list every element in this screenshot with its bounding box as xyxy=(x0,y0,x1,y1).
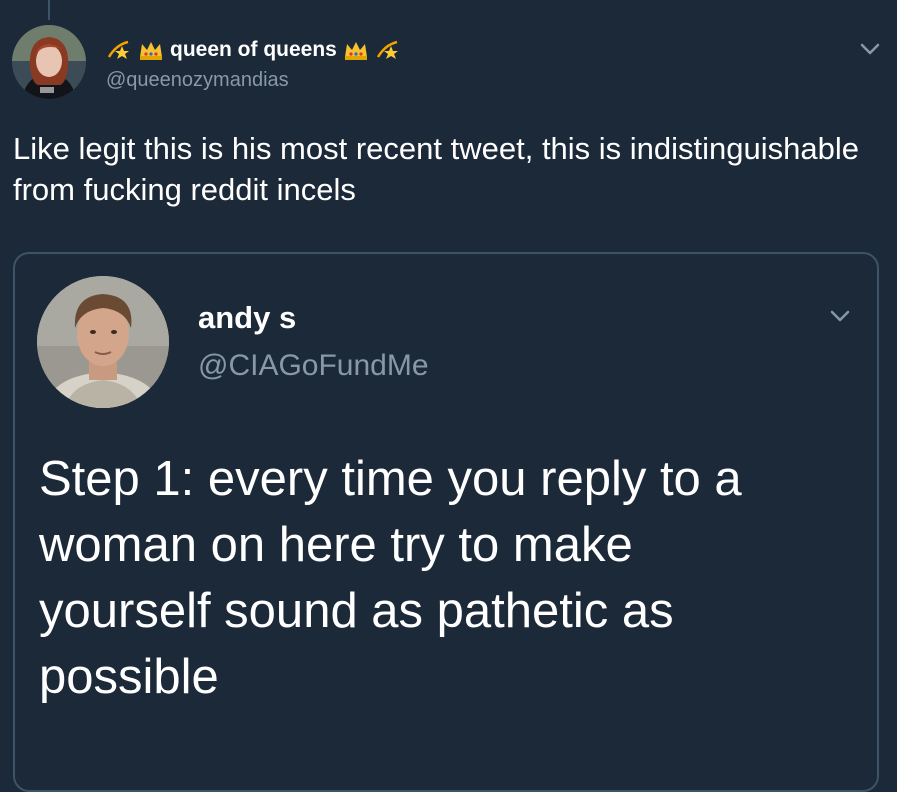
avatar[interactable] xyxy=(37,276,169,408)
quoted-user-handle[interactable]: @CIAGoFundMe xyxy=(198,349,429,383)
quoted-tweet-card[interactable]: andy s @CIAGoFundMe Step 1: every time y… xyxy=(13,252,879,792)
quoted-tweet-text: Step 1: every time you reply to a woman … xyxy=(39,452,742,704)
star-icon xyxy=(106,37,132,63)
display-name-row: queen of queens xyxy=(106,33,401,67)
user-handle[interactable]: @queenozymandias xyxy=(106,69,289,92)
display-name[interactable]: queen of queens xyxy=(170,38,337,62)
crown-icon xyxy=(138,37,164,63)
crown-icon xyxy=(343,37,369,63)
star-icon xyxy=(375,37,401,63)
tweet-text: Like legit this is his most recent tweet… xyxy=(13,131,860,207)
chevron-down-icon[interactable] xyxy=(828,306,852,326)
tweet-header: queen of queens @queenozymandias xyxy=(12,25,882,105)
chevron-down-icon[interactable] xyxy=(858,39,882,59)
quoted-display-name[interactable]: andy s xyxy=(198,300,296,336)
avatar[interactable] xyxy=(12,25,86,99)
thread-connector-line xyxy=(48,0,50,20)
